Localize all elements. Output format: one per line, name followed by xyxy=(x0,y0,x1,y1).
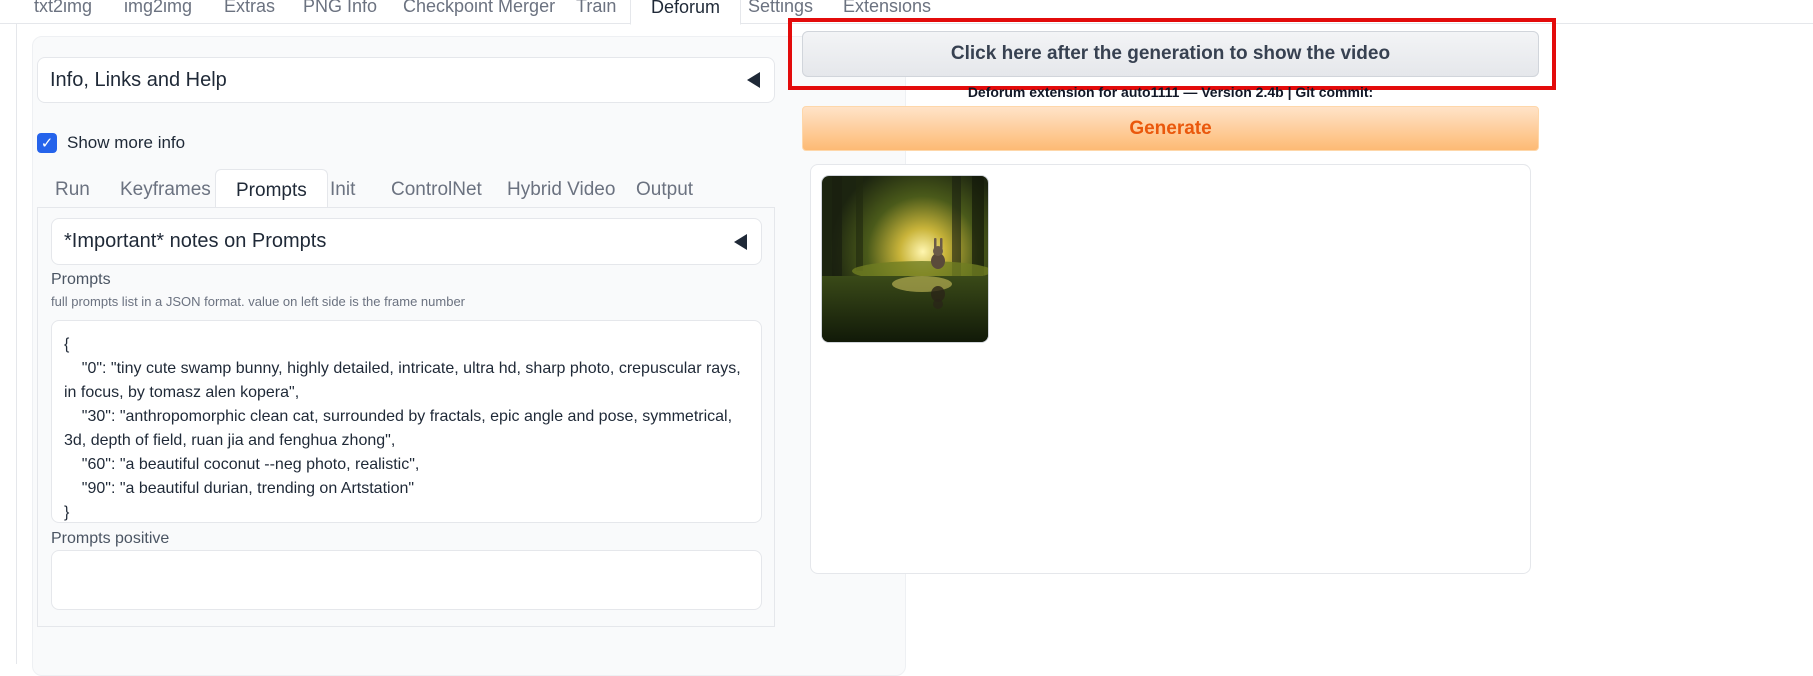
tab-controlnet[interactable]: ControlNet xyxy=(391,169,482,211)
tab-keyframes[interactable]: Keyframes xyxy=(120,169,211,211)
important-notes-accordion[interactable]: *Important* notes on Prompts xyxy=(51,218,762,265)
tab-settings[interactable]: Settings xyxy=(748,0,813,24)
tab-init[interactable]: Init xyxy=(330,169,355,211)
collapse-caret-icon[interactable] xyxy=(734,233,747,250)
collapse-caret-icon[interactable] xyxy=(747,72,760,88)
show-video-button[interactable]: Click here after the generation to show … xyxy=(802,31,1539,77)
main-tabs: txt2img img2img Extras PNG Info Checkpoi… xyxy=(0,0,1813,25)
info-links-help-accordion[interactable]: Info, Links and Help xyxy=(37,57,775,103)
prompts-info: full prompts list in a JSON format. valu… xyxy=(51,294,466,309)
tab-extras[interactable]: Extras xyxy=(224,0,275,24)
version-text: Deforum extension for auto1111 — Version… xyxy=(967,84,1374,100)
prompts-label: Prompts xyxy=(51,271,111,288)
tab-img2img[interactable]: img2img xyxy=(124,0,192,24)
tab-checkpoint-merger[interactable]: Checkpoint Merger xyxy=(403,0,555,24)
tab-run[interactable]: Run xyxy=(55,169,90,211)
tab-train[interactable]: Train xyxy=(576,0,616,24)
tab-prompts[interactable]: Prompts xyxy=(215,169,328,211)
accordion-label: Info, Links and Help xyxy=(50,68,227,91)
tab-png-info[interactable]: PNG Info xyxy=(303,0,377,24)
prompts-textarea[interactable]: { "0": "tiny cute swamp bunny, highly de… xyxy=(51,320,762,523)
prompts-positive-input[interactable] xyxy=(51,550,762,610)
show-more-info-row[interactable]: ✓ Show more info xyxy=(37,133,185,153)
generate-button[interactable]: Generate xyxy=(802,106,1539,151)
bunny-forest-image xyxy=(822,176,988,342)
tab-hybrid-video[interactable]: Hybrid Video xyxy=(507,169,615,211)
show-more-info-label: Show more info xyxy=(67,133,186,152)
tab-txt2img[interactable]: txt2img xyxy=(34,0,92,24)
show-more-info-checkbox[interactable]: ✓ xyxy=(37,133,57,153)
generated-image-thumbnail[interactable] xyxy=(821,175,989,343)
accordion-label: *Important* notes on Prompts xyxy=(64,230,327,252)
prompts-positive-label: Prompts positive xyxy=(51,530,170,547)
tab-output[interactable]: Output xyxy=(636,169,693,211)
tab-extensions[interactable]: Extensions xyxy=(843,0,931,24)
deforum-sub-tabs: Run Keyframes Prompts Init ControlNet Hy… xyxy=(37,169,775,211)
output-gallery xyxy=(810,164,1531,574)
tab-deforum[interactable]: Deforum xyxy=(630,0,742,25)
